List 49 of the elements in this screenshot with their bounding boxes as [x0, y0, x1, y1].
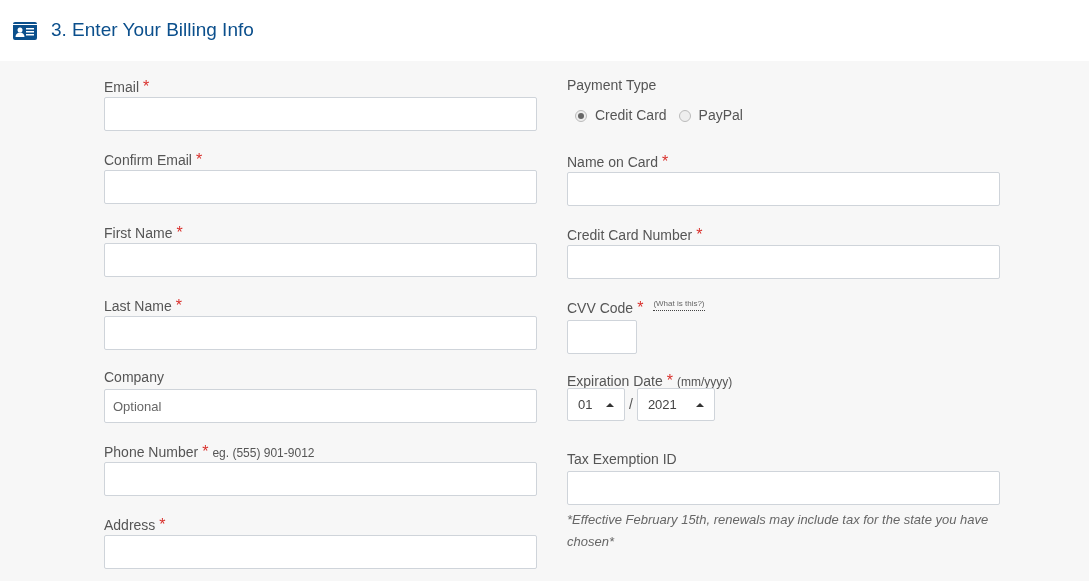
hint-text: (mm/yyyy)	[676, 374, 733, 391]
input-field[interactable]	[104, 97, 537, 131]
input-field[interactable]	[567, 172, 1000, 206]
required-mark: *	[195, 150, 203, 170]
input-field[interactable]	[104, 170, 537, 204]
field-label: Expiration Date	[567, 372, 663, 391]
hint-text: eg. (555) 901-9012	[212, 445, 315, 462]
input-field[interactable]	[104, 243, 537, 277]
field-label: First Name	[104, 224, 173, 243]
field-label: Name on Card	[567, 153, 659, 172]
input-field[interactable]	[104, 535, 537, 569]
month-select[interactable]: 01	[567, 388, 625, 421]
input-field[interactable]	[567, 320, 637, 354]
date-separator: /	[629, 395, 633, 414]
field-label: Tax Exemption ID	[567, 450, 677, 469]
required-mark: *	[637, 298, 644, 318]
field-label: Address	[104, 516, 156, 535]
radio-button[interactable]	[678, 109, 691, 122]
field-label: Credit Card Number	[567, 226, 693, 245]
field-label: Email	[104, 78, 139, 97]
radio-label: Credit Card	[595, 106, 667, 125]
required-mark: *	[143, 77, 150, 97]
input-field[interactable]	[567, 471, 1000, 505]
required-mark: *	[696, 225, 703, 245]
required-mark: *	[175, 296, 182, 316]
field-label: Last Name	[104, 297, 172, 316]
help-link[interactable]: (What is this?)	[653, 298, 705, 311]
note-text: *Effective February 15th, renewals may include tax for the state you have chosen*	[567, 511, 990, 551]
caret-icon	[695, 402, 704, 407]
input-field[interactable]: Optional	[104, 389, 537, 423]
radio-label: PayPal	[698, 106, 743, 125]
required-mark: *	[202, 442, 209, 462]
input-field[interactable]	[104, 462, 537, 496]
required-mark: *	[159, 515, 166, 535]
required-mark: *	[666, 371, 673, 391]
required-mark: *	[176, 223, 183, 243]
field-label: Company	[104, 368, 164, 387]
input-field[interactable]	[567, 245, 1000, 279]
section-title: 3. Enter Your Billing Info	[51, 18, 254, 43]
caret-icon	[606, 402, 614, 407]
field-label: CVV Code	[567, 299, 634, 318]
year-select[interactable]: 2021	[636, 388, 715, 421]
field-label: Payment Type	[567, 76, 657, 95]
input-field[interactable]	[104, 316, 537, 350]
field-label: Phone Number	[104, 443, 199, 462]
id-card-icon	[13, 21, 37, 40]
radio-button[interactable]	[575, 109, 587, 122]
field-label: Confirm Email	[104, 151, 192, 170]
required-mark: *	[662, 152, 669, 172]
